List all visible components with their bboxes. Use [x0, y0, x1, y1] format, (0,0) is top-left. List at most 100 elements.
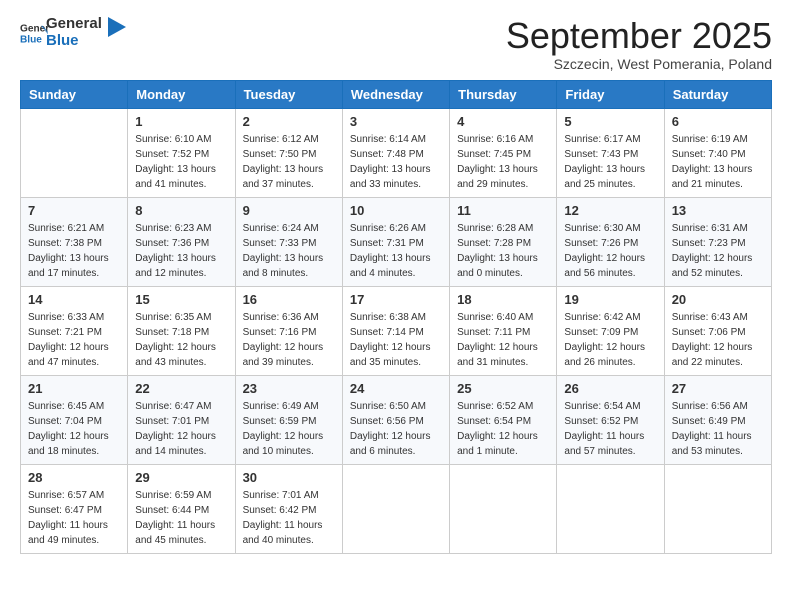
day-info: Sunrise: 6:33 AMSunset: 7:21 PMDaylight:…: [28, 310, 120, 370]
calendar-cell: 26Sunrise: 6:54 AMSunset: 6:52 PMDayligh…: [557, 375, 664, 464]
calendar-cell: 4Sunrise: 6:16 AMSunset: 7:45 PMDaylight…: [450, 108, 557, 197]
title-block: September 2025 Szczecin, West Pomerania,…: [506, 16, 772, 72]
day-number: 21: [28, 381, 120, 396]
header: General Blue General Blue September 2025…: [20, 16, 772, 72]
logo-icon: General Blue: [20, 19, 48, 47]
logo-blue: Blue: [46, 33, 102, 50]
day-number: 16: [243, 292, 335, 307]
calendar-cell: 10 Sunrise: 6:26 AMSunset: 7:31 PMDayligh…: [342, 197, 449, 286]
calendar-table: SundayMondayTuesdayWednesdayThursdayFrid…: [20, 80, 772, 554]
day-number: 6: [672, 114, 764, 129]
calendar-cell: [664, 464, 771, 553]
calendar-cell: 9 Sunrise: 6:24 AMSunset: 7:33 PMDaylight…: [235, 197, 342, 286]
day-info: Sunrise: 6:12 AMSunset: 7:50 PMDaylight:…: [243, 132, 335, 192]
day-info: Sunrise: 6:23 AMSunset: 7:36 PMDaylight:…: [135, 221, 227, 281]
weekday-header-row: SundayMondayTuesdayWednesdayThursdayFrid…: [21, 80, 772, 108]
calendar-cell: 23 Sunrise: 6:49 AMSunset: 6:59 PMDayligh…: [235, 375, 342, 464]
day-info: Sunrise: 6:54 AMSunset: 6:52 PMDaylight:…: [564, 399, 656, 459]
day-info: Sunrise: 6:47 AMSunset: 7:01 PMDaylight:…: [135, 399, 227, 459]
day-info: Sunrise: 6:17 AMSunset: 7:43 PMDaylight:…: [564, 132, 656, 192]
day-info: Sunrise: 6:40 AMSunset: 7:11 PMDaylight:…: [457, 310, 549, 370]
location-subtitle: Szczecin, West Pomerania, Poland: [506, 56, 772, 72]
calendar-cell: 20Sunrise: 6:43 AMSunset: 7:06 PMDayligh…: [664, 286, 771, 375]
weekday-header-thursday: Thursday: [450, 80, 557, 108]
calendar-cell: 17 Sunrise: 6:38 AMSunset: 7:14 PMDayligh…: [342, 286, 449, 375]
calendar-cell: 16Sunrise: 6:36 AMSunset: 7:16 PMDayligh…: [235, 286, 342, 375]
calendar-week-3: 14 Sunrise: 6:33 AMSunset: 7:21 PMDayligh…: [21, 286, 772, 375]
weekday-header-wednesday: Wednesday: [342, 80, 449, 108]
day-info: Sunrise: 6:21 AMSunset: 7:38 PMDaylight:…: [28, 221, 120, 281]
day-info: Sunrise: 6:59 AMSunset: 6:44 PMDaylight:…: [135, 488, 227, 548]
day-number: 22: [135, 381, 227, 396]
day-number: 29: [135, 470, 227, 485]
day-info: Sunrise: 6:57 AMSunset: 6:47 PMDaylight:…: [28, 488, 120, 548]
calendar-cell: 25 Sunrise: 6:52 AMSunset: 6:54 PMDayligh…: [450, 375, 557, 464]
day-number: 8: [135, 203, 227, 218]
calendar-cell: 19 Sunrise: 6:42 AMSunset: 7:09 PMDayligh…: [557, 286, 664, 375]
day-info: Sunrise: 6:35 AMSunset: 7:18 PMDaylight:…: [135, 310, 227, 370]
day-number: 30: [243, 470, 335, 485]
calendar-cell: [21, 108, 128, 197]
calendar-cell: 12 Sunrise: 6:30 AMSunset: 7:26 PMDayligh…: [557, 197, 664, 286]
day-number: 19: [564, 292, 656, 307]
logo-general: General: [46, 16, 102, 33]
calendar-cell: 2 Sunrise: 6:12 AMSunset: 7:50 PMDaylight…: [235, 108, 342, 197]
day-info: Sunrise: 6:43 AMSunset: 7:06 PMDaylight:…: [672, 310, 764, 370]
weekday-header-saturday: Saturday: [664, 80, 771, 108]
day-number: 14: [28, 292, 120, 307]
day-number: 17: [350, 292, 442, 307]
day-info: Sunrise: 6:49 AMSunset: 6:59 PMDaylight:…: [243, 399, 335, 459]
calendar-cell: 21 Sunrise: 6:45 AMSunset: 7:04 PMDayligh…: [21, 375, 128, 464]
calendar-week-5: 28 Sunrise: 6:57 AMSunset: 6:47 PMDayligh…: [21, 464, 772, 553]
day-number: 4: [457, 114, 549, 129]
day-number: 3: [350, 114, 442, 129]
logo: General Blue General Blue: [20, 16, 126, 49]
day-number: 12: [564, 203, 656, 218]
calendar-week-4: 21 Sunrise: 6:45 AMSunset: 7:04 PMDayligh…: [21, 375, 772, 464]
calendar-cell: 27Sunrise: 6:56 AMSunset: 6:49 PMDayligh…: [664, 375, 771, 464]
day-info: Sunrise: 6:30 AMSunset: 7:26 PMDaylight:…: [564, 221, 656, 281]
calendar-cell: 11Sunrise: 6:28 AMSunset: 7:28 PMDayligh…: [450, 197, 557, 286]
weekday-header-friday: Friday: [557, 80, 664, 108]
weekday-header-monday: Monday: [128, 80, 235, 108]
day-info: Sunrise: 6:28 AMSunset: 7:28 PMDaylight:…: [457, 221, 549, 281]
svg-text:Blue: Blue: [20, 34, 42, 45]
calendar-cell: 5Sunrise: 6:17 AMSunset: 7:43 PMDaylight…: [557, 108, 664, 197]
day-number: 28: [28, 470, 120, 485]
day-info: Sunrise: 6:50 AMSunset: 6:56 PMDaylight:…: [350, 399, 442, 459]
day-info: Sunrise: 6:52 AMSunset: 6:54 PMDaylight:…: [457, 399, 549, 459]
day-info: Sunrise: 6:45 AMSunset: 7:04 PMDaylight:…: [28, 399, 120, 459]
calendar-week-1: 1Sunrise: 6:10 AMSunset: 7:52 PMDaylight…: [21, 108, 772, 197]
calendar-cell: 29 Sunrise: 6:59 AMSunset: 6:44 PMDayligh…: [128, 464, 235, 553]
day-info: Sunrise: 6:38 AMSunset: 7:14 PMDaylight:…: [350, 310, 442, 370]
calendar-cell: 3 Sunrise: 6:14 AMSunset: 7:48 PMDaylight…: [342, 108, 449, 197]
calendar-cell: 22 Sunrise: 6:47 AMSunset: 7:01 PMDayligh…: [128, 375, 235, 464]
month-title: September 2025: [506, 16, 772, 56]
day-info: Sunrise: 6:24 AMSunset: 7:33 PMDaylight:…: [243, 221, 335, 281]
day-number: 27: [672, 381, 764, 396]
calendar-cell: 14 Sunrise: 6:33 AMSunset: 7:21 PMDayligh…: [21, 286, 128, 375]
calendar-week-2: 7Sunrise: 6:21 AMSunset: 7:38 PMDaylight…: [21, 197, 772, 286]
day-number: 9: [243, 203, 335, 218]
weekday-header-sunday: Sunday: [21, 80, 128, 108]
day-info: Sunrise: 6:19 AMSunset: 7:40 PMDaylight:…: [672, 132, 764, 192]
day-info: Sunrise: 6:31 AMSunset: 7:23 PMDaylight:…: [672, 221, 764, 281]
day-number: 25: [457, 381, 549, 396]
day-info: Sunrise: 6:14 AMSunset: 7:48 PMDaylight:…: [350, 132, 442, 192]
day-info: Sunrise: 6:26 AMSunset: 7:31 PMDaylight:…: [350, 221, 442, 281]
calendar-cell: 1Sunrise: 6:10 AMSunset: 7:52 PMDaylight…: [128, 108, 235, 197]
logo-flag-icon: [108, 17, 126, 45]
calendar-cell: 7Sunrise: 6:21 AMSunset: 7:38 PMDaylight…: [21, 197, 128, 286]
calendar-cell: 6 Sunrise: 6:19 AMSunset: 7:40 PMDaylight…: [664, 108, 771, 197]
day-info: Sunrise: 7:01 AMSunset: 6:42 PMDaylight:…: [243, 488, 335, 548]
day-info: Sunrise: 6:42 AMSunset: 7:09 PMDaylight:…: [564, 310, 656, 370]
day-number: 15: [135, 292, 227, 307]
day-number: 24: [350, 381, 442, 396]
day-number: 10: [350, 203, 442, 218]
calendar-cell: 30 Sunrise: 7:01 AMSunset: 6:42 PMDayligh…: [235, 464, 342, 553]
day-number: 2: [243, 114, 335, 129]
weekday-header-tuesday: Tuesday: [235, 80, 342, 108]
day-number: 23: [243, 381, 335, 396]
calendar-cell: 24 Sunrise: 6:50 AMSunset: 6:56 PMDayligh…: [342, 375, 449, 464]
day-number: 13: [672, 203, 764, 218]
